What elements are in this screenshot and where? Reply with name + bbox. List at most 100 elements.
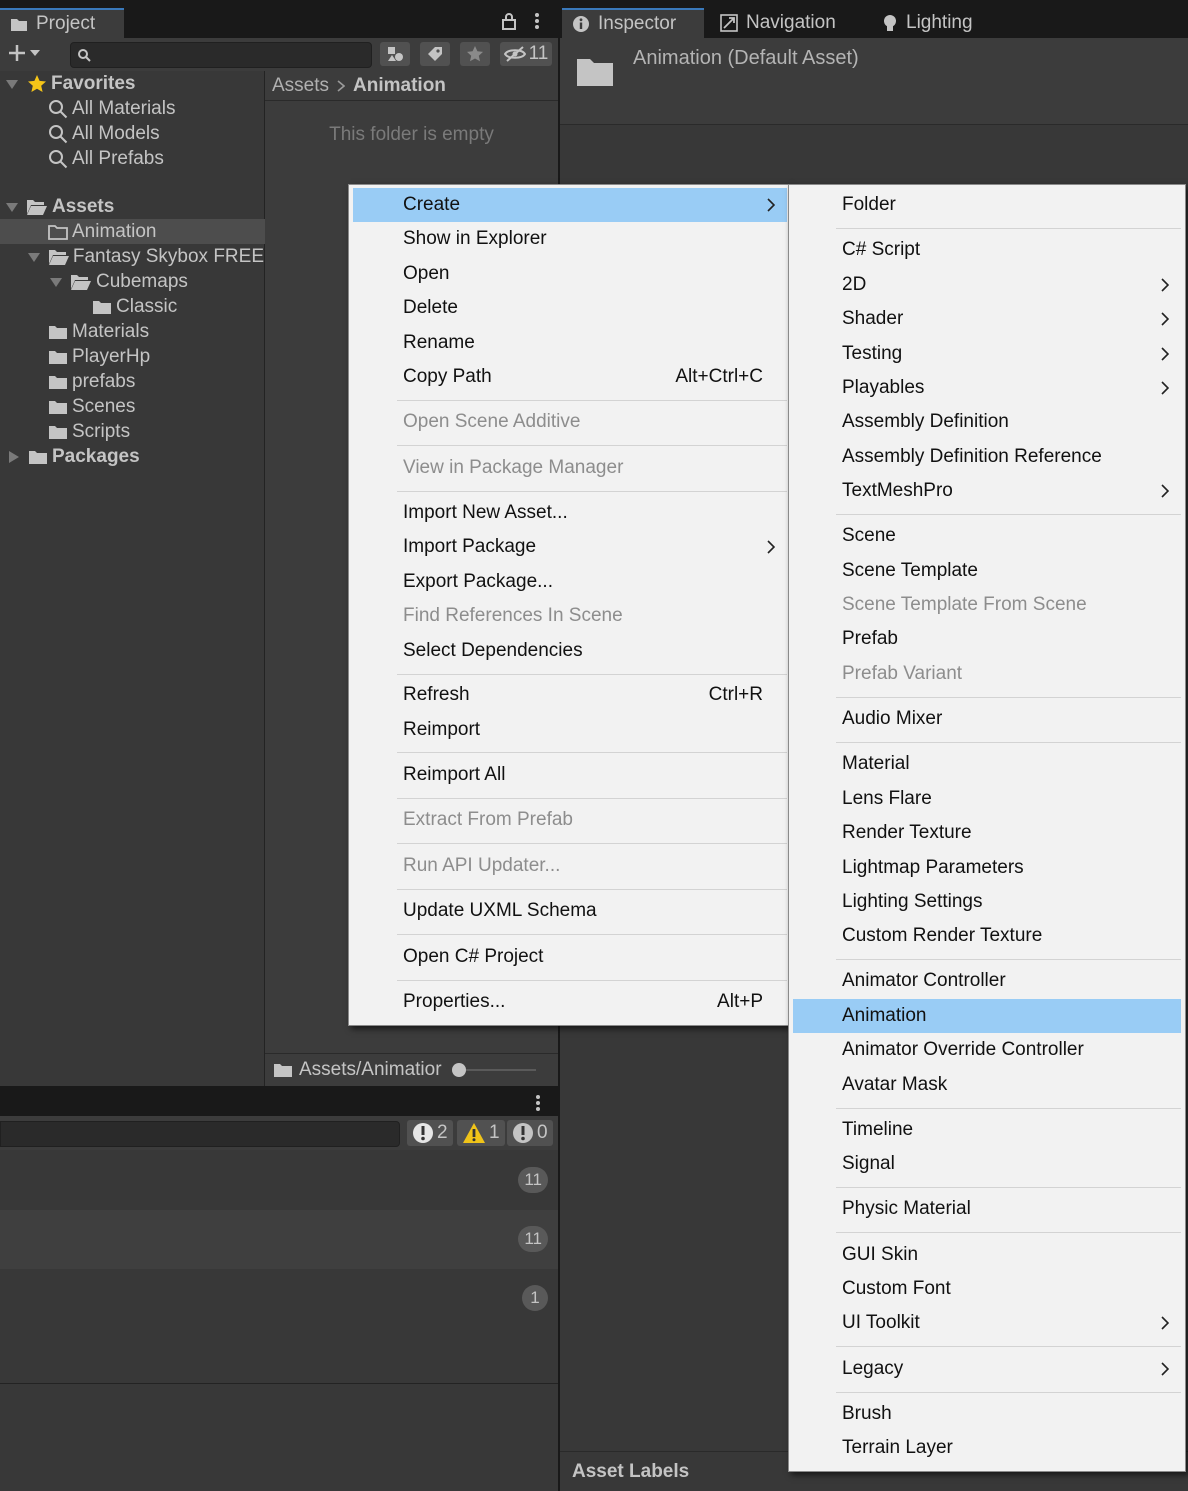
create-item-folder[interactable]: Folder: [793, 188, 1181, 222]
search-input[interactable]: [70, 42, 372, 68]
create-item-audio-mixer[interactable]: Audio Mixer: [793, 702, 1181, 736]
tab-lighting[interactable]: Lighting: [872, 8, 983, 38]
menu-item-select-dependencies[interactable]: Select Dependencies: [353, 634, 787, 668]
assets-label: Assets: [52, 195, 115, 217]
menu-item-open-csharp-project[interactable]: Open C# Project: [353, 940, 787, 974]
create-item-lens-flare[interactable]: Lens Flare: [793, 782, 1181, 816]
menu-item-refresh[interactable]: Refresh Ctrl+R: [353, 678, 787, 712]
icon-size-slider[interactable]: [452, 1062, 537, 1078]
menu-item-label: Prefab Variant: [842, 663, 963, 684]
console-entry[interactable]: 11: [0, 1151, 558, 1210]
menu-item-label: Folder: [842, 194, 896, 215]
menu-item-import-package[interactable]: Import Package: [353, 530, 787, 564]
search-by-type-button[interactable]: [380, 42, 410, 66]
create-item-shader[interactable]: Shader: [793, 302, 1181, 336]
warning-filter-toggle[interactable]: 1: [457, 1120, 505, 1146]
menu-item-label: Create: [403, 194, 461, 215]
menu-item-export-package[interactable]: Export Package...: [353, 565, 787, 599]
menu-item-delete[interactable]: Delete: [353, 291, 787, 325]
tab-inspector[interactable]: Inspector: [562, 8, 704, 38]
create-item-timeline[interactable]: Timeline: [793, 1113, 1181, 1147]
menu-item-label: Assembly Definition: [842, 411, 1009, 432]
create-item-scene-template[interactable]: Scene Template: [793, 554, 1181, 588]
save-search-button[interactable]: [460, 42, 490, 66]
create-dropdown-button[interactable]: [8, 44, 40, 62]
message-filter-toggle[interactable]: 0: [507, 1120, 553, 1146]
menu-item-reimport-all[interactable]: Reimport All: [353, 758, 787, 792]
create-item-playables[interactable]: Playables: [793, 371, 1181, 405]
search-by-label-button[interactable]: [420, 42, 450, 66]
folder-icon: [49, 400, 67, 414]
tab-project-label: Project: [36, 13, 96, 34]
submenu-arrow-icon: [1161, 312, 1169, 326]
submenu-arrow-icon: [1161, 278, 1169, 292]
create-item-render-texture[interactable]: Render Texture: [793, 816, 1181, 850]
create-item-assembly-definition[interactable]: Assembly Definition: [793, 405, 1181, 439]
create-item-brush[interactable]: Brush: [793, 1397, 1181, 1431]
menu-item-label: Shader: [842, 308, 904, 329]
create-item-custom-font[interactable]: Custom Font: [793, 1272, 1181, 1306]
menu-item-update-uxml-schema[interactable]: Update UXML Schema: [353, 894, 787, 928]
create-item-lighting-settings[interactable]: Lighting Settings: [793, 885, 1181, 919]
tree-packages[interactable]: Packages: [0, 444, 264, 469]
menu-separator: [397, 674, 787, 675]
menu-item-label: Run API Updater...: [403, 855, 561, 876]
create-item-ui-toolkit[interactable]: UI Toolkit: [793, 1306, 1181, 1340]
console-entry[interactable]: 11: [0, 1210, 558, 1269]
create-item-legacy[interactable]: Legacy: [793, 1352, 1181, 1386]
menu-item-label: TextMeshPro: [842, 480, 953, 501]
create-item-lightmap-parameters[interactable]: Lightmap Parameters: [793, 851, 1181, 885]
menu-item-label: Scene: [842, 525, 896, 546]
console-more-icon[interactable]: [532, 1094, 544, 1112]
tree-assets[interactable]: Assets: [0, 194, 264, 219]
create-item-2d[interactable]: 2D: [793, 268, 1181, 302]
create-item-testing[interactable]: Testing: [793, 337, 1181, 371]
tab-project[interactable]: Project: [0, 8, 124, 38]
create-item-animation[interactable]: Animation: [793, 999, 1181, 1033]
error-filter-toggle[interactable]: 2: [407, 1120, 453, 1146]
create-item-avatar-mask[interactable]: Avatar Mask: [793, 1068, 1181, 1102]
menu-item-properties[interactable]: Properties... Alt+P: [353, 985, 787, 1019]
create-item-terrain-layer[interactable]: Terrain Layer: [793, 1431, 1181, 1465]
create-item-signal[interactable]: Signal: [793, 1147, 1181, 1181]
create-item-material[interactable]: Material: [793, 747, 1181, 781]
menu-item-copy-path[interactable]: Copy Path Alt+Ctrl+C: [353, 360, 787, 394]
menu-item-show-in-explorer[interactable]: Show in Explorer: [353, 222, 787, 256]
breadcrumb-assets[interactable]: Assets: [272, 75, 329, 97]
console-search-input[interactable]: [0, 1121, 400, 1147]
create-item-animator-override-controller[interactable]: Animator Override Controller: [793, 1033, 1181, 1067]
collapsed-arrow-icon: [9, 450, 19, 463]
breadcrumb-current[interactable]: Animation: [353, 75, 446, 97]
hidden-packages-toggle[interactable]: 11: [500, 42, 552, 66]
create-item-assembly-definition-reference[interactable]: Assembly Definition Reference: [793, 440, 1181, 474]
menu-item-open[interactable]: Open: [353, 257, 787, 291]
lightbulb-icon: [884, 15, 896, 31]
create-item-textmeshpro[interactable]: TextMeshPro: [793, 474, 1181, 508]
menu-item-label: Animation: [842, 1005, 927, 1026]
create-item-prefab[interactable]: Prefab: [793, 622, 1181, 656]
menu-item-label: Assembly Definition Reference: [842, 446, 1102, 467]
filter-type-icon: [388, 47, 403, 61]
create-item-scene[interactable]: Scene: [793, 519, 1181, 553]
tab-navigation[interactable]: Navigation: [710, 8, 846, 38]
create-item-physic-material[interactable]: Physic Material: [793, 1192, 1181, 1226]
menu-item-label: Testing: [842, 343, 903, 364]
tree-favorites[interactable]: Favorites: [0, 71, 264, 96]
more-options-icon[interactable]: [531, 12, 543, 30]
menu-item-label: View in Package Manager: [403, 457, 624, 478]
create-item-gui-skin[interactable]: GUI Skin: [793, 1238, 1181, 1272]
menu-item-label: Animator Override Controller: [842, 1039, 1084, 1060]
shortcut-label: Ctrl+R: [708, 684, 763, 705]
tree-folder-fantasy-skybox[interactable]: Fantasy Skybox FREE: [0, 244, 264, 269]
create-item-animator-controller[interactable]: Animator Controller: [793, 964, 1181, 998]
menu-item-import-new-asset[interactable]: Import New Asset...: [353, 496, 787, 530]
console-entry[interactable]: 1: [0, 1269, 558, 1328]
create-item-csharp-script[interactable]: C# Script: [793, 233, 1181, 267]
tree-folder-cubemaps[interactable]: Cubemaps: [0, 269, 264, 294]
menu-item-reimport[interactable]: Reimport: [353, 713, 787, 747]
menu-item-create[interactable]: Create: [353, 188, 787, 222]
folder-icon: [576, 55, 614, 87]
menu-item-rename[interactable]: Rename: [353, 326, 787, 360]
lock-icon[interactable]: [501, 12, 517, 30]
create-item-custom-render-texture[interactable]: Custom Render Texture: [793, 919, 1181, 953]
